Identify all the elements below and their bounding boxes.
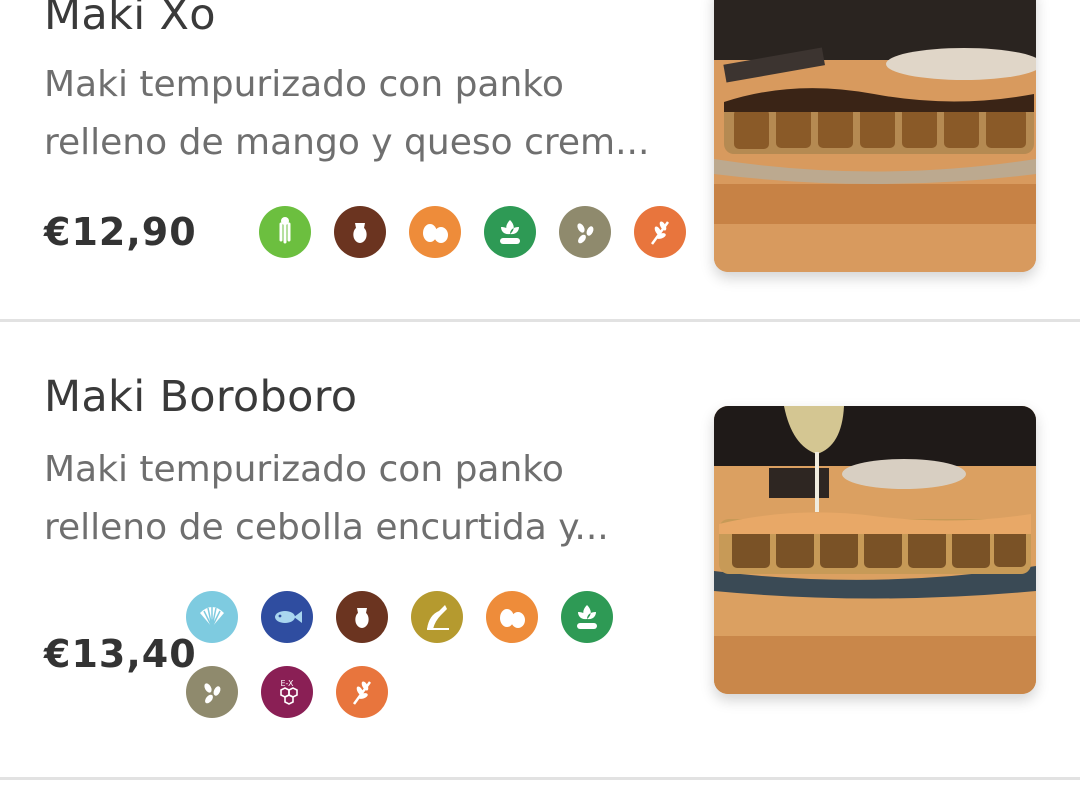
item-description-line: Maki tempurizado con panko xyxy=(44,64,564,105)
fish-icon xyxy=(261,591,313,643)
item-description-line: Maki tempurizado con panko xyxy=(44,449,564,490)
eggs-icon xyxy=(409,206,461,258)
sulphites-icon xyxy=(411,591,463,643)
item-description: Maki tempurizado con panko relleno de ma… xyxy=(44,56,684,172)
item-description-line: relleno de mango y queso crem... xyxy=(44,122,650,163)
item-title: Maki Xo xyxy=(44,0,216,40)
milk-jug-icon xyxy=(336,591,388,643)
milk-jug-icon xyxy=(334,206,386,258)
sesame-icon xyxy=(559,206,611,258)
item-price: €12,90 xyxy=(44,210,197,254)
item-price: €13,40 xyxy=(44,632,197,676)
additives-icon: E-X xyxy=(261,666,313,718)
additives-label: E-X xyxy=(280,679,294,688)
gluten-icon xyxy=(634,206,686,258)
item-divider xyxy=(0,777,1080,780)
shellfish-icon xyxy=(186,591,238,643)
item-description-line: relleno de cebolla encurtida y... xyxy=(44,507,609,548)
maki-xo-photo[interactable] xyxy=(714,0,1036,272)
menu-item-maki-boroboro[interactable]: Maki Boroboro Maki tempurizado con panko… xyxy=(0,322,1080,778)
soy-icon xyxy=(484,206,536,258)
item-title: Maki Boroboro xyxy=(44,372,358,422)
sesame-icon xyxy=(186,666,238,718)
menu-item-maki-xo[interactable]: Maki Xo Maki tempurizado con panko relle… xyxy=(0,0,1080,322)
item-description: Maki tempurizado con panko relleno de ce… xyxy=(44,441,684,557)
gluten-icon xyxy=(336,666,388,718)
maki-boroboro-photo[interactable] xyxy=(714,406,1036,694)
celery-icon xyxy=(259,206,311,258)
eggs-icon xyxy=(486,591,538,643)
soy-icon xyxy=(561,591,613,643)
